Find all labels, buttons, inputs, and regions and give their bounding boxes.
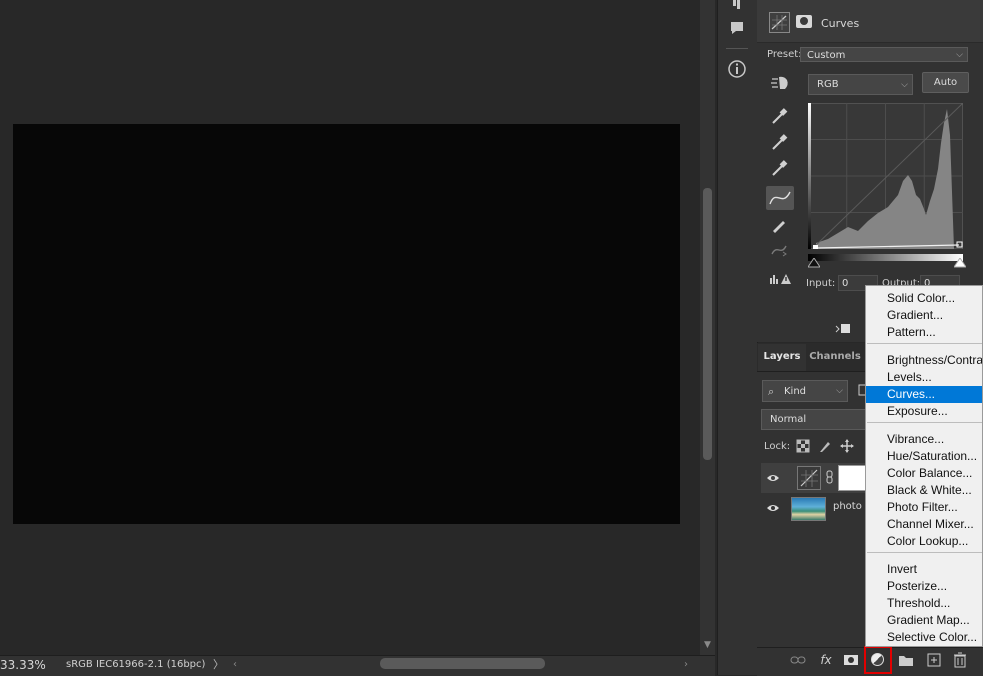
menu-item[interactable]: Exposure... bbox=[866, 403, 982, 420]
clip-to-layer-icon[interactable] bbox=[834, 322, 852, 336]
menu-separator bbox=[867, 343, 982, 344]
menu-separator bbox=[867, 422, 982, 423]
properties-header bbox=[757, 0, 983, 43]
menu-item[interactable]: Posterize... bbox=[866, 578, 982, 595]
new-group-folder-icon[interactable] bbox=[897, 652, 915, 668]
trash-delete-icon[interactable] bbox=[951, 652, 969, 668]
chevron-down-icon: ⌵ bbox=[956, 50, 963, 60]
chevron-down-icon: ⌵ bbox=[836, 386, 843, 396]
visibility-eye-icon[interactable] bbox=[767, 473, 779, 483]
menu-item[interactable]: Hue/Saturation... bbox=[866, 448, 982, 465]
layer-mask-icon[interactable] bbox=[796, 15, 812, 28]
layer-name-photo: photo bbox=[833, 501, 862, 512]
scroll-down-arrow-icon[interactable]: ▼ bbox=[700, 638, 715, 652]
menu-item[interactable]: Gradient... bbox=[866, 307, 982, 324]
document-image[interactable] bbox=[13, 124, 680, 524]
color-profile-info: sRGB IEC61966-2.1 (16bpc) bbox=[66, 659, 206, 670]
menu-item[interactable]: Color Balance... bbox=[866, 465, 982, 482]
adjustment-half-circle-icon bbox=[871, 653, 884, 666]
lock-position-icon[interactable] bbox=[840, 439, 854, 453]
edit-points-curve-icon[interactable] bbox=[766, 186, 794, 210]
clipping-warning-icon[interactable] bbox=[769, 270, 793, 286]
curves-layer-thumbnail-icon[interactable] bbox=[797, 466, 821, 490]
white-point-eyedropper-icon[interactable] bbox=[769, 158, 789, 178]
curves-adjustment-icon[interactable] bbox=[769, 12, 790, 33]
curves-graph[interactable] bbox=[808, 103, 963, 249]
layer-mask-thumbnail[interactable] bbox=[838, 465, 868, 491]
new-layer-icon[interactable] bbox=[925, 652, 943, 668]
panel-divider bbox=[726, 48, 748, 49]
zoom-level[interactable]: 33.33% bbox=[0, 656, 52, 674]
menu-item[interactable]: Vibrance... bbox=[866, 431, 982, 448]
menu-item[interactable]: Levels... bbox=[866, 369, 982, 386]
black-point-eyedropper-icon[interactable] bbox=[769, 106, 789, 126]
smooth-curve-icon[interactable] bbox=[769, 240, 789, 260]
mask-link-chain-icon[interactable] bbox=[826, 470, 834, 487]
menu-separator bbox=[867, 552, 982, 553]
channel-value: RGB bbox=[817, 79, 839, 90]
curve-point-black bbox=[813, 245, 818, 249]
new-adjustment-menu: Solid Color... Gradient... Pattern... Brigh… bbox=[865, 285, 983, 647]
pencil-draw-icon[interactable] bbox=[769, 215, 789, 235]
tab-layers[interactable]: Layers bbox=[758, 344, 806, 371]
preset-dropdown[interactable]: Custom ⌵ bbox=[800, 47, 968, 62]
scroll-right-arrow-icon[interactable]: › bbox=[684, 656, 688, 674]
photo-layer-thumbnail[interactable] bbox=[791, 497, 826, 521]
layer-filter-kind-dropdown[interactable]: ⌕ Kind ⌵ bbox=[762, 380, 848, 402]
panel-icon-strip bbox=[717, 0, 758, 675]
blend-mode-value: Normal bbox=[770, 414, 807, 425]
add-mask-icon[interactable] bbox=[842, 652, 860, 668]
kind-label: Kind bbox=[784, 386, 807, 397]
white-input-slider-icon[interactable] bbox=[953, 257, 967, 268]
menu-item[interactable]: Pattern... bbox=[866, 324, 982, 341]
tab-channels[interactable]: Channels bbox=[808, 344, 862, 371]
auto-button[interactable]: Auto bbox=[922, 72, 969, 93]
scroll-left-arrow-icon[interactable]: ‹ bbox=[233, 656, 237, 674]
menu-item[interactable]: Curves... bbox=[866, 386, 982, 403]
gray-point-eyedropper-icon[interactable] bbox=[769, 132, 789, 152]
comments-panel-icon[interactable] bbox=[726, 19, 748, 41]
channel-dropdown[interactable]: RGB ⌵ bbox=[808, 74, 913, 95]
menu-item[interactable]: Invert bbox=[866, 561, 982, 578]
menu-item[interactable]: Brightness/Contrast... bbox=[866, 352, 982, 369]
lock-image-pixels-icon[interactable] bbox=[818, 439, 832, 453]
input-gradient-bar bbox=[808, 254, 963, 261]
preset-value: Custom bbox=[807, 50, 846, 61]
menu-item[interactable]: Threshold... bbox=[866, 595, 982, 612]
horizontal-scroll-thumb[interactable] bbox=[380, 658, 545, 669]
search-icon: ⌕ bbox=[768, 385, 775, 398]
visibility-eye-icon[interactable] bbox=[767, 503, 779, 513]
layer-style-fx-icon[interactable]: fx bbox=[817, 652, 835, 668]
black-input-slider-icon[interactable] bbox=[807, 257, 821, 268]
vertical-scroll-thumb[interactable] bbox=[703, 188, 712, 460]
blend-mode-dropdown[interactable]: Normal bbox=[761, 409, 871, 430]
chevron-down-icon: ⌵ bbox=[901, 80, 908, 90]
input-label: Input: bbox=[806, 278, 836, 289]
menu-item[interactable]: Solid Color... bbox=[866, 290, 982, 307]
lock-label: Lock: bbox=[764, 441, 791, 452]
targeted-adjustment-hand-icon[interactable] bbox=[769, 73, 789, 93]
menu-item[interactable]: Selective Color... bbox=[866, 629, 982, 646]
lock-transparent-pixels-icon[interactable] bbox=[796, 439, 810, 453]
preset-label: Preset: bbox=[767, 49, 802, 60]
menu-item[interactable]: Black & White... bbox=[866, 482, 982, 499]
link-layers-icon[interactable] bbox=[789, 652, 807, 668]
status-menu-arrow-icon[interactable]: 〉 bbox=[213, 656, 224, 674]
menu-item[interactable]: Color Lookup... bbox=[866, 533, 982, 550]
properties-title: Curves bbox=[821, 17, 860, 30]
info-panel-icon[interactable] bbox=[726, 58, 748, 80]
menu-item[interactable]: Photo Filter... bbox=[866, 499, 982, 516]
menu-item[interactable]: Gradient Map... bbox=[866, 612, 982, 629]
menu-item[interactable]: Channel Mixer... bbox=[866, 516, 982, 533]
